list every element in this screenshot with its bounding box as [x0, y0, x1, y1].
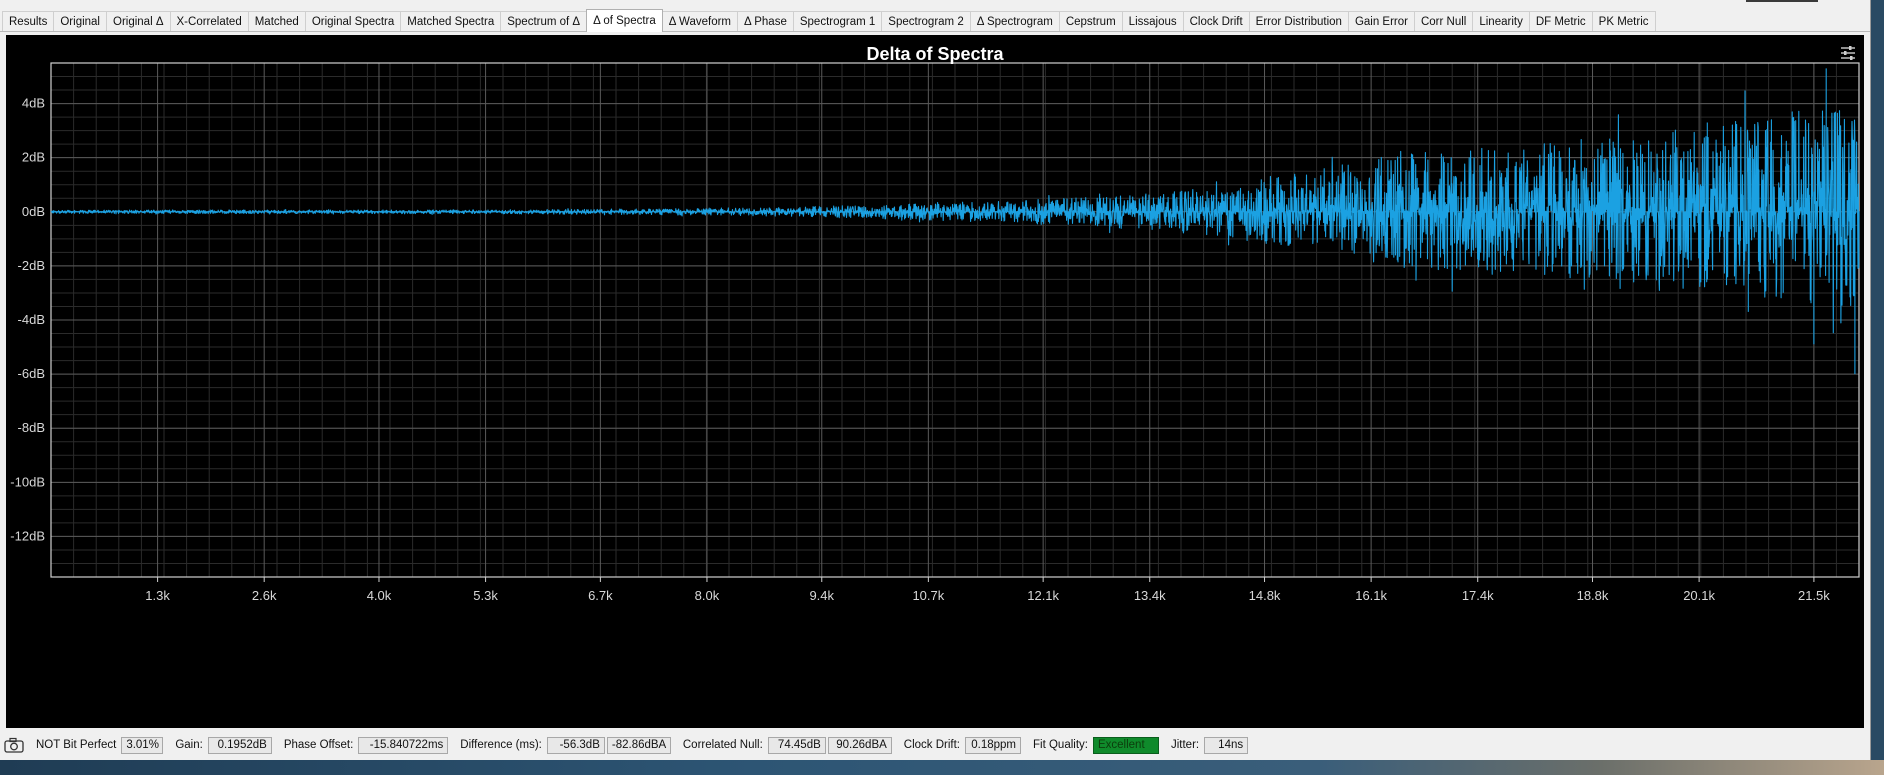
tab-14[interactable]: Cepstrum: [1058, 11, 1123, 31]
x-tick-label: 12.1k: [1027, 588, 1059, 603]
tab-1[interactable]: Original: [53, 11, 107, 31]
tab-6[interactable]: Matched Spectra: [400, 11, 502, 31]
tab-12[interactable]: Spectrogram 2: [881, 11, 971, 31]
tab-15[interactable]: Lissajous: [1121, 11, 1184, 31]
fit-quality-value: Excellent: [1092, 736, 1159, 754]
chart-title: Delta of Spectra: [866, 44, 1004, 64]
x-tick-label: 1.3k: [145, 588, 170, 603]
settings-sliders-icon[interactable]: [1840, 45, 1856, 61]
tab-5[interactable]: Original Spectra: [304, 11, 402, 31]
bit-perfect-value: 3.01%: [121, 736, 164, 754]
x-tick-label: 5.3k: [473, 588, 498, 603]
jitter-value: 14ns: [1204, 736, 1249, 754]
y-tick-label: 0dB: [22, 204, 45, 219]
x-tick-label: 9.4k: [809, 588, 834, 603]
tab-11[interactable]: Spectrogram 1: [792, 11, 883, 31]
tab-18[interactable]: Gain Error: [1347, 11, 1415, 31]
x-tick-label: 16.1k: [1355, 588, 1387, 603]
y-tick-label: -2dB: [18, 258, 45, 273]
correlated-null-label: Correlated Null:: [682, 739, 763, 751]
desktop-background-strip: [0, 760, 1884, 775]
tab-3[interactable]: X-Correlated: [169, 11, 249, 31]
tab-2[interactable]: Original Δ: [106, 11, 171, 31]
correlated-null-db-value: 74.45dB: [767, 736, 826, 754]
x-tick-label: 8.0k: [695, 588, 720, 603]
phase-offset-value: -15.840722ms: [358, 736, 449, 754]
tab-16[interactable]: Clock Drift: [1182, 11, 1250, 31]
phase-offset-label: Phase Offset:: [283, 739, 354, 751]
tab-21[interactable]: DF Metric: [1528, 11, 1593, 31]
x-tick-label: 17.4k: [1462, 588, 1494, 603]
tab-7[interactable]: Spectrum of Δ: [500, 11, 588, 31]
x-tick-label: 20.1k: [1683, 588, 1715, 603]
camera-icon[interactable]: [4, 737, 24, 753]
correlated-null-dba-value: 90.26dBA: [827, 736, 892, 754]
x-tick-label: 2.6k: [252, 588, 277, 603]
y-tick-label: -8dB: [18, 420, 45, 435]
tab-10[interactable]: Δ Phase: [737, 11, 794, 31]
chart-panel: 1.3k 2.6k 4.0k 5.3k 6.7k 8.0k 9.4k 10.7k 12.1k 13…: [6, 35, 1864, 728]
tab-22[interactable]: PK Metric: [1591, 11, 1656, 31]
tab-19[interactable]: Corr Null: [1413, 11, 1474, 31]
clock-drift-label: Clock Drift:: [903, 739, 961, 751]
status-bar: NOT Bit Perfect 3.01% Gain: 0.1952dB Pha…: [0, 733, 1870, 757]
titlebar-fragment: [1746, 0, 1818, 2]
y-tick-label: -6dB: [18, 366, 45, 381]
x-tick-label: 14.8k: [1249, 588, 1281, 603]
difference-label: Difference (ms):: [460, 739, 542, 751]
difference-db-value: -56.3dB: [546, 736, 605, 754]
y-tick-label: 2dB: [22, 150, 45, 165]
y-tick-label: -4dB: [18, 312, 45, 327]
y-tick-label: -12dB: [10, 528, 45, 543]
x-tick-label: 13.4k: [1134, 588, 1166, 603]
fit-quality-label: Fit Quality:: [1033, 739, 1088, 751]
clock-drift-value: 0.18ppm: [965, 736, 1022, 754]
delta-of-spectra-chart: 1.3k 2.6k 4.0k 5.3k 6.7k 8.0k 9.4k 10.7k 12.1k 13…: [10, 62, 1860, 603]
tab-13[interactable]: Δ Spectrogram: [969, 11, 1060, 31]
tab-9[interactable]: Δ Waveform: [661, 11, 738, 31]
y-tick-label: -10dB: [10, 474, 45, 489]
app-window: Results Original Original Δ X-Correlated Mat…: [0, 0, 1871, 760]
tab-4[interactable]: Matched: [247, 11, 306, 31]
bit-perfect-label: NOT Bit Perfect: [36, 739, 117, 751]
x-tick-label: 18.8k: [1577, 588, 1609, 603]
x-tick-label: 10.7k: [912, 588, 944, 603]
tab-20[interactable]: Linearity: [1472, 11, 1530, 31]
tab-8[interactable]: Δ of Spectra: [586, 9, 663, 32]
x-tick-label: 21.5k: [1798, 588, 1830, 603]
tab-0[interactable]: Results: [2, 11, 55, 31]
gain-label: Gain:: [175, 739, 203, 751]
jitter-label: Jitter:: [1170, 739, 1200, 751]
tab-17[interactable]: Error Distribution: [1248, 11, 1349, 31]
y-tick-label: 4dB: [22, 96, 45, 111]
tab-strip: Results Original Original Δ X-Correlated Mat…: [0, 9, 1870, 32]
x-tick-label: 6.7k: [588, 588, 613, 603]
x-tick-label: 4.0k: [367, 588, 392, 603]
difference-dba-value: -82.86dBA: [606, 736, 671, 754]
gain-value: 0.1952dB: [207, 736, 272, 754]
